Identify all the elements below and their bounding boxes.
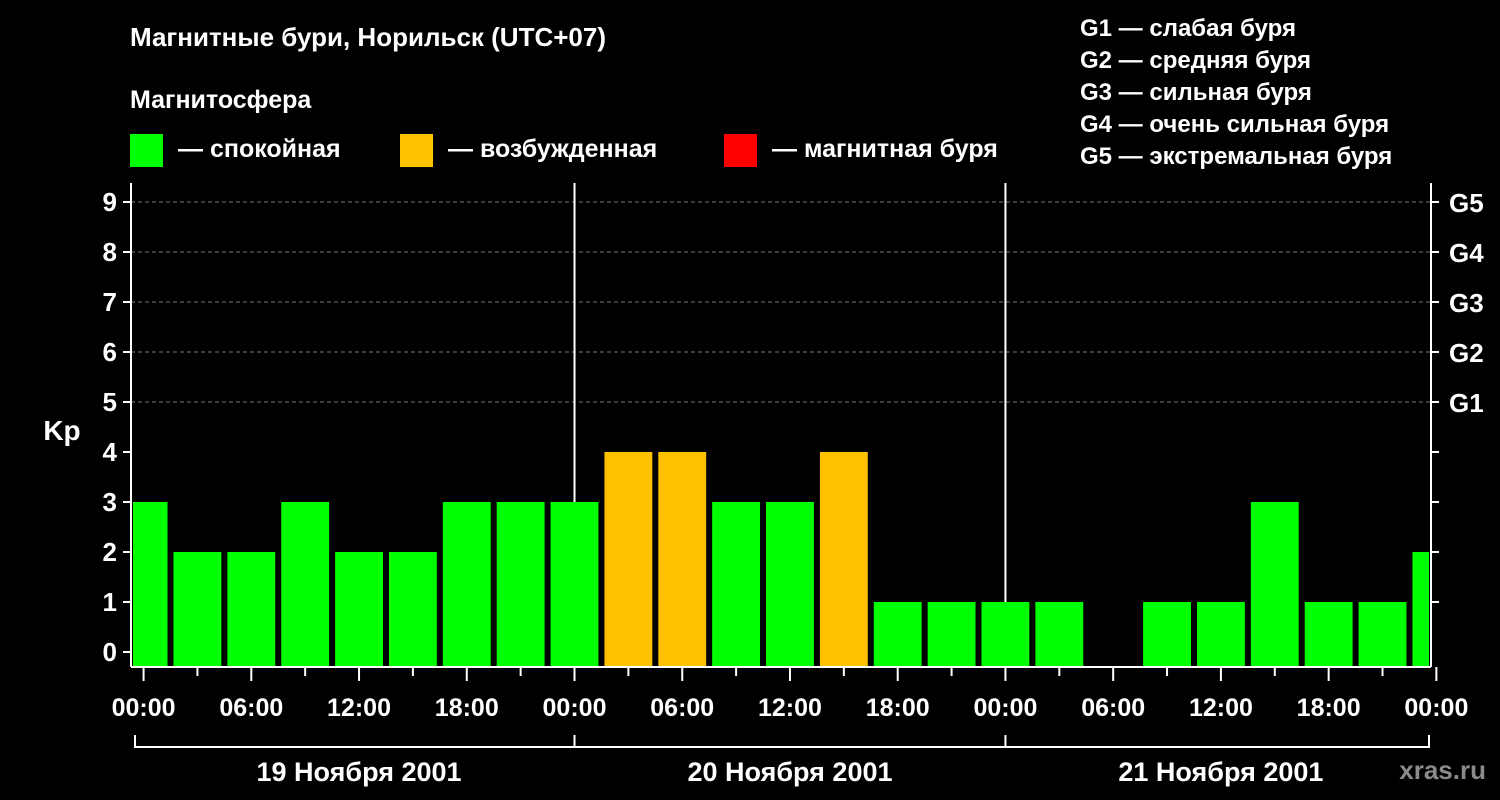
day-label: 20 Ноября 2001 — [687, 757, 892, 787]
kp-bar — [819, 452, 868, 667]
kp-bar — [712, 502, 761, 667]
kp-bar — [604, 452, 653, 667]
kp-bar — [550, 502, 599, 667]
kp-chart: 0 1 2 3 4 5 6 7 8 9 G1 G2 G3 G4 G5 Kp 00:00 06:00 12:00 18:… — [43, 183, 1484, 787]
labels-layer: 0 1 2 3 4 5 6 7 8 9 G1 G2 G3 G4 G5 Kp 00:00 06:00 12:00 18:… — [43, 187, 1484, 787]
kp-bar — [442, 502, 491, 667]
storm-tick-label: G1 — [1449, 388, 1484, 418]
kp-bar — [335, 552, 383, 667]
y-tick-label: 0 — [103, 637, 117, 667]
kp-bar — [1304, 602, 1353, 667]
x-tick-label: 12:00 — [1189, 694, 1253, 722]
x-tick-label: 18:00 — [866, 694, 930, 722]
x-tick-label: 12:00 — [758, 694, 822, 722]
kp-bar — [281, 502, 330, 667]
y-tick-label: 7 — [103, 287, 117, 317]
x-tick-label: 18:00 — [1297, 694, 1361, 722]
storm-tick-label: G5 — [1449, 188, 1484, 218]
x-tick-label: 12:00 — [327, 694, 391, 722]
kp-bar — [1250, 502, 1299, 667]
x-tick-label: 06:00 — [650, 694, 714, 722]
storm-tick-label: G3 — [1449, 288, 1484, 318]
x-tick-label: 00:00 — [543, 694, 607, 722]
kp-bar — [1412, 552, 1429, 667]
x-tick-label: 06:00 — [219, 694, 283, 722]
y-tick-label: 1 — [103, 587, 117, 617]
x-tick-label: 06:00 — [1081, 694, 1145, 722]
y-tick-label: 5 — [103, 387, 117, 417]
kp-bar — [981, 602, 1030, 667]
x-tick-label: 00:00 — [1404, 694, 1468, 722]
kp-bar — [927, 602, 976, 667]
y-axis-label: Kp — [43, 415, 80, 446]
kp-bar — [1358, 602, 1407, 667]
y-tick-label: 4 — [103, 437, 118, 467]
watermark: xras.ru — [1399, 755, 1486, 785]
day-label: 19 Ноября 2001 — [257, 757, 462, 787]
kp-bar — [1196, 602, 1245, 667]
y-tick-label: 3 — [103, 487, 117, 517]
kp-bar — [1143, 602, 1191, 667]
day-label: 21 Ноября 2001 — [1118, 757, 1323, 787]
y-tick-label: 9 — [103, 187, 117, 217]
storm-tick-label: G4 — [1449, 238, 1484, 268]
kp-bar — [873, 602, 922, 667]
kp-bar — [766, 502, 814, 667]
x-tick-label: 18:00 — [435, 694, 499, 722]
kp-bar — [658, 452, 707, 667]
x-tick-label: 00:00 — [973, 694, 1037, 722]
kp-bar — [496, 502, 545, 667]
y-tick-label: 8 — [103, 237, 117, 267]
kp-bar — [133, 502, 168, 667]
y-tick-label: 6 — [103, 337, 117, 367]
y-tick-label: 2 — [103, 537, 117, 567]
kp-bar — [173, 552, 222, 667]
kp-bar — [1035, 602, 1084, 667]
kp-bar — [227, 552, 276, 667]
storm-tick-label: G2 — [1449, 338, 1484, 368]
bars-layer — [133, 452, 1429, 667]
x-tick-label: 00:00 — [112, 694, 176, 722]
kp-bar — [388, 552, 437, 667]
